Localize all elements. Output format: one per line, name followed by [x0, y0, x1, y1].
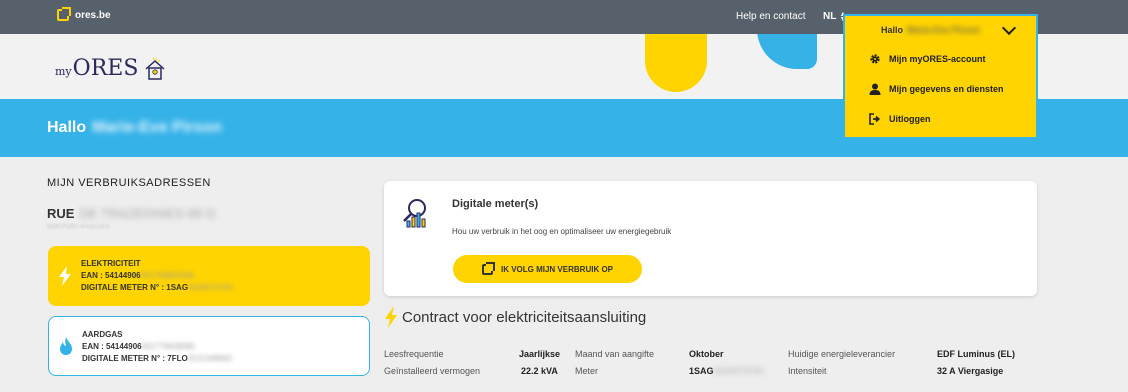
account-dropdown-menu: Mijn myORES-account Mijn gegevens en die… — [843, 43, 1038, 139]
language-label: NL — [823, 11, 837, 22]
meter-magnifier-icon — [403, 199, 426, 228]
digital-meter-title: Digitale meter(s) — [452, 198, 539, 210]
external-link-icon — [57, 7, 71, 21]
ean-label: EAN : 54144906 — [81, 271, 141, 280]
user-name-redacted: Marie-Eve Pirson — [92, 119, 222, 136]
electricity-meter-card[interactable]: ELEKTRICITEIT EAN : 54144906001750820284… — [48, 246, 370, 306]
bolt-icon — [59, 266, 71, 286]
intensity-label: Intensiteit — [788, 366, 827, 376]
supplier-label: Huidige energieleverancier — [788, 349, 896, 359]
ean-label: EAN : 54144906 — [82, 342, 142, 351]
digital-meter-card: Digitale meter(s) Hou uw verbruik in het… — [384, 181, 1037, 296]
digital-meter-description: Hou uw verbruik in het oog en optimalise… — [452, 227, 672, 236]
follow-consumption-label: IK VOLG MIJN VERBRUIK OP — [500, 264, 613, 274]
ean-redacted: 001750820284 — [140, 271, 194, 280]
gas-meter-card[interactable]: AARDGAS EAN : 54144906001779428365 DIGIT… — [48, 316, 370, 376]
contract-title: Contract voor elektriciteitsaansluiting — [384, 306, 646, 328]
meter-number-redacted: 0121348942 — [187, 354, 233, 363]
ores-external-link[interactable]: ores.be — [57, 7, 111, 21]
ean-redacted: 001779428365 — [141, 342, 195, 351]
installed-power-value: 22.2 kVA — [521, 366, 558, 376]
supplier-value: EDF Luminus (EL) — [937, 349, 1015, 359]
menu-item-my-account[interactable]: Mijn myORES-account — [869, 53, 986, 65]
meter-number-label: DIGITALE METER N° : 7FLO — [82, 354, 188, 363]
addresses-section-title: MIJN VERBRUIKSADRESSEN — [47, 177, 211, 189]
logout-icon — [869, 113, 881, 125]
help-contact-link[interactable]: Help en contact — [736, 11, 806, 22]
address-city: 6230 PONT-A-CELLES — [47, 224, 110, 230]
gear-icon — [870, 54, 880, 64]
meter-value: 1SAG3100074792 — [689, 366, 764, 376]
chevron-down-icon — [1001, 20, 1017, 36]
meter-label: Meter — [575, 366, 599, 376]
reading-frequency-value: Jaarlijkse — [519, 349, 561, 359]
declaration-month-value: Oktober — [689, 349, 724, 359]
hello-heading: Hallo Marie-Eve Pirson — [47, 119, 222, 136]
user-name-redacted: Marie-Eve Pirson — [907, 24, 981, 35]
follow-consumption-button[interactable]: IK VOLG MIJN VERBRUIK OP — [453, 255, 642, 283]
account-menu-toggle[interactable]: Hallo Marie-Eve Pirson — [843, 14, 1038, 43]
address-street[interactable]: RUE DE TRAZEGNIES 69 G — [47, 206, 216, 221]
bolt-icon — [385, 306, 397, 328]
myores-logo[interactable]: my ORES — [55, 56, 166, 81]
meter-type: ELEKTRICITEIT — [81, 259, 141, 268]
menu-item-logout[interactable]: Uitloggen — [869, 113, 931, 125]
meter-number-label: DIGITALE METER N° : 1SAG — [81, 283, 189, 292]
flame-icon — [60, 337, 72, 355]
reading-frequency-label: Leesfrequentie — [384, 349, 444, 359]
external-link-icon — [481, 261, 495, 275]
meter-type: AARDGAS — [82, 330, 123, 339]
house-logo-icon — [145, 57, 165, 80]
installed-power-label: Geïnstalleerd vermogen — [384, 366, 481, 376]
declaration-month-label: Maand van aangifte — [575, 349, 655, 359]
user-icon — [869, 83, 881, 95]
ores-link-label: ores.be — [75, 9, 111, 21]
intensity-value: 32 A Viergasige — [937, 366, 1004, 376]
decorative-yellow-shape — [645, 34, 707, 92]
menu-item-my-data[interactable]: Mijn gegevens en diensten — [869, 83, 1004, 95]
meter-number-redacted: 3100074792 — [188, 283, 233, 292]
decorative-blue-shape — [757, 34, 817, 69]
